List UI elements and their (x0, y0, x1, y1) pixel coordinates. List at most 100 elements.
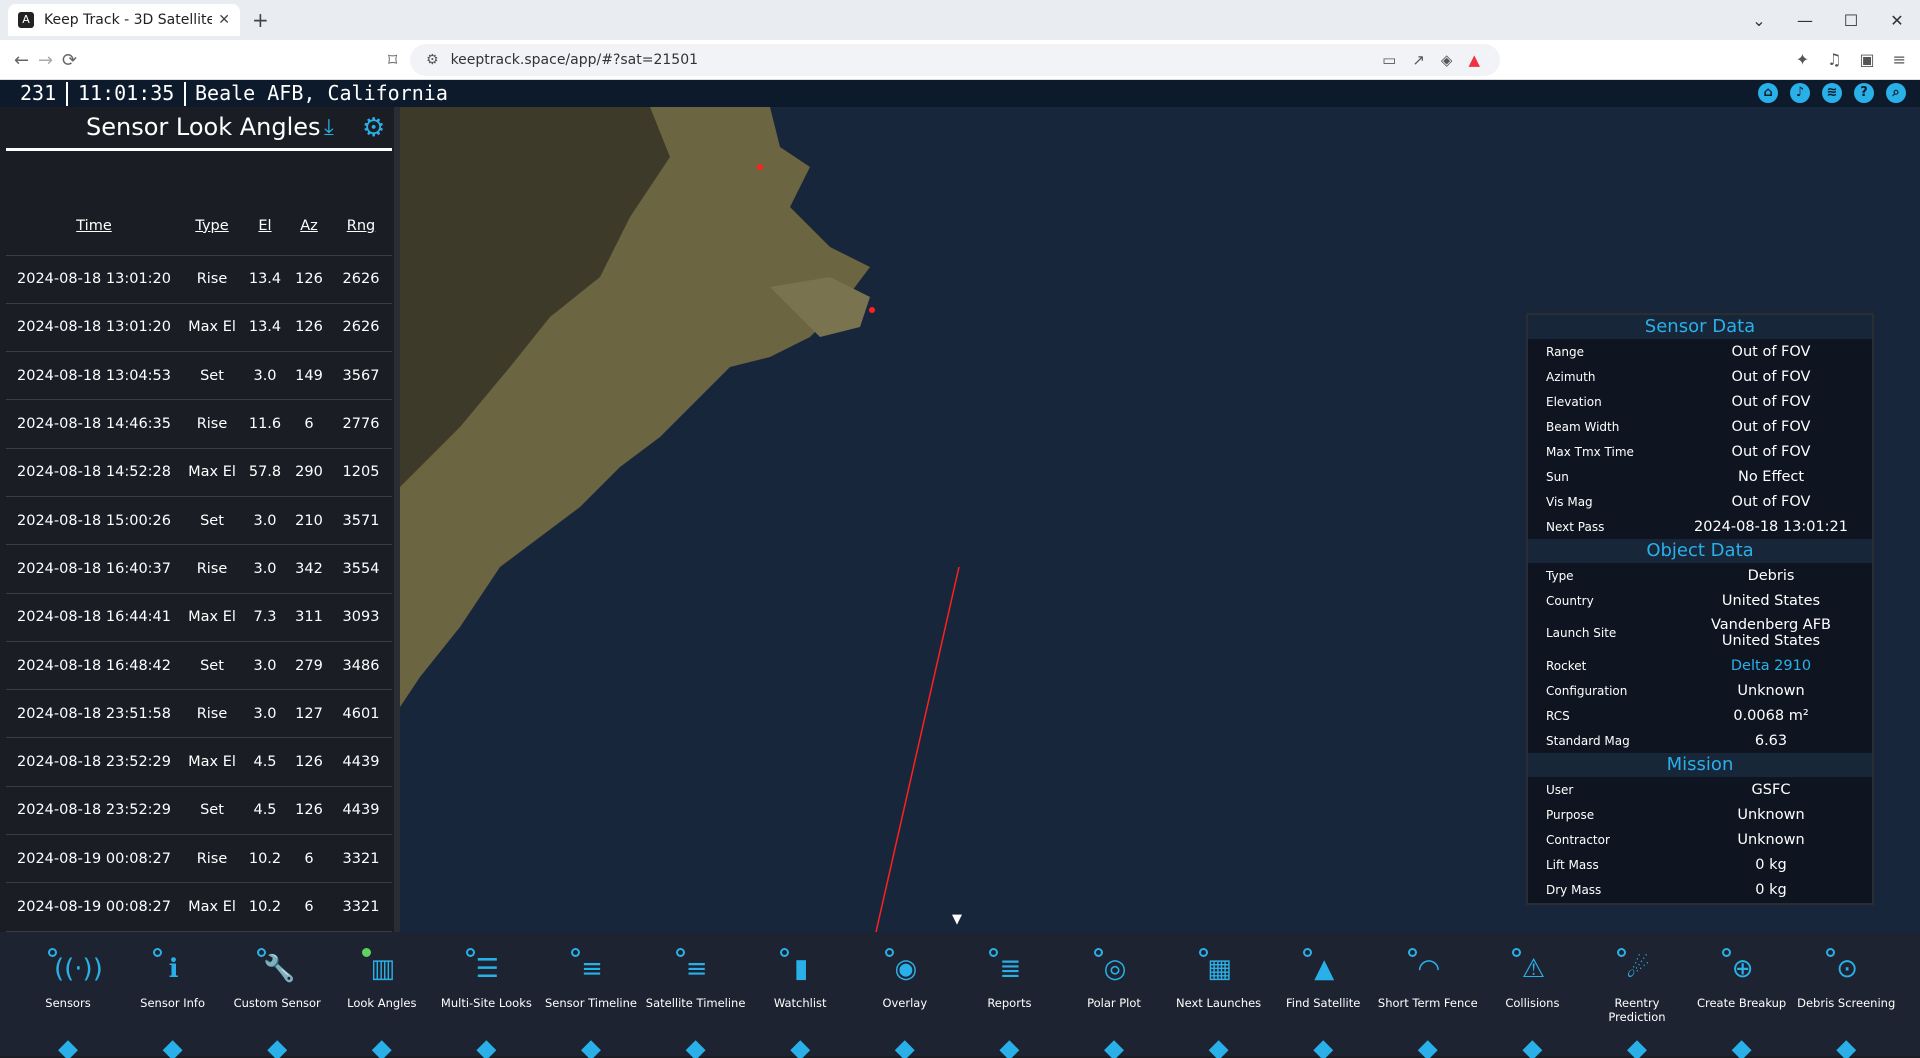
search-icon[interactable]: ⌕ (1886, 83, 1906, 103)
toolbar-row2-icon[interactable]: ◆ (853, 1034, 957, 1058)
toolbar-row2-icon[interactable]: ◆ (16, 1034, 120, 1058)
ground-site-marker[interactable] (869, 307, 875, 313)
brave-shields-icon[interactable]: ◈ (1441, 51, 1453, 69)
ground-site-marker[interactable] (757, 164, 763, 170)
share-icon[interactable]: ↗ (1412, 51, 1425, 69)
back-icon[interactable]: ← (14, 50, 29, 71)
address-bar[interactable]: ⚙ keeptrack.space/app/#?sat=21501 ▭ ↗ ◈ … (410, 44, 1500, 76)
media-icon[interactable]: ♫ (1827, 50, 1841, 69)
github-icon[interactable]: ⌂ (1758, 83, 1778, 103)
column-header-az[interactable]: Az (288, 197, 330, 256)
toolbar-row2-icon[interactable]: ◆ (330, 1034, 434, 1058)
toolbar-button[interactable]: ((·)) Sensors (16, 948, 120, 1010)
toolbar-button[interactable]: ◎ Polar Plot (1062, 948, 1166, 1010)
table-row[interactable]: 2024-08-18 16:40:37 Rise 3.0 342 3554 (6, 544, 392, 594)
menu-icon[interactable]: ≡ (1893, 50, 1906, 69)
toolbar-button[interactable]: ▥ Look Angles (330, 948, 434, 1010)
collapse-toolbar-icon[interactable]: ▼ (952, 912, 962, 927)
column-header-rng[interactable]: Rng (330, 197, 392, 256)
toolbar-button[interactable]: ⊙ Debris Screening (1794, 948, 1898, 1010)
table-cell: Max El (182, 593, 242, 642)
toolbar-row2-icon[interactable]: ◆ (225, 1034, 329, 1058)
rocket-link[interactable]: Delta 2910 (1670, 658, 1872, 674)
table-row[interactable]: 2024-08-18 16:48:42 Set 3.0 279 3486 (6, 641, 392, 691)
maximize-icon[interactable]: ☐ (1828, 11, 1874, 30)
toolbar-button[interactable]: ▮ Watchlist (748, 948, 852, 1010)
table-row[interactable]: 2024-08-19 00:08:27 Rise 10.2 6 3321 (6, 834, 392, 884)
extensions-icon[interactable]: ✦ (1796, 50, 1809, 69)
toolbar-button[interactable]: ▦ Next Launches (1167, 948, 1271, 1010)
sound-icon[interactable]: ♪ (1790, 83, 1810, 103)
toolbar-button[interactable]: ◠ Short Term Fence (1376, 948, 1480, 1010)
table-row[interactable]: 2024-08-18 23:52:29 Max El 4.5 126 4439 (6, 737, 392, 787)
layers-icon[interactable]: ≋ (1822, 83, 1842, 103)
table-row[interactable]: 2024-08-18 15:00:26 Set 3.0 210 3571 (6, 496, 392, 546)
toolbar-row2-icon[interactable]: ◆ (1271, 1034, 1375, 1058)
toolbar-button[interactable]: ☄ Reentry Prediction (1585, 948, 1689, 1024)
forward-icon[interactable]: → (38, 50, 53, 71)
toolbar-button[interactable]: ≡ Sensor Timeline (539, 948, 643, 1010)
toolbar-button[interactable]: ▲ Find Satellite (1271, 948, 1375, 1010)
table-cell: 4.5 (242, 737, 288, 787)
table-row[interactable]: 2024-08-18 23:51:58 Rise 3.0 127 4601 (6, 689, 392, 739)
clock[interactable]: 11:01:35 (78, 81, 174, 105)
reload-icon[interactable]: ⟳ (62, 50, 77, 71)
minimize-icon[interactable]: — (1782, 11, 1828, 30)
brave-rewards-icon[interactable]: ▲ (1468, 51, 1480, 69)
column-header-el[interactable]: El (242, 197, 288, 256)
close-tab-icon[interactable]: ✕ (218, 12, 230, 28)
toolbar-button[interactable]: ◉ Overlay (853, 948, 957, 1010)
table-row[interactable]: 2024-08-18 13:04:53 Set 3.0 149 3567 (6, 351, 392, 401)
table-cell: 4439 (330, 786, 392, 836)
table-row[interactable]: 2024-08-18 13:01:20 Rise 13.4 126 2626 (6, 255, 392, 304)
toolbar-row2-icon[interactable]: ◆ (957, 1034, 1061, 1058)
column-header-time[interactable]: Time (6, 197, 182, 256)
table-row[interactable]: 2024-08-18 14:52:28 Max El 57.8 290 1205 (6, 448, 392, 497)
browser-nav-bar: ← → ⟳ ⌑ ⚙ keeptrack.space/app/#?sat=2150… (0, 40, 1920, 80)
table-row[interactable]: 2024-08-18 16:44:41 Max El 7.3 311 3093 (6, 593, 392, 642)
toolbar-button[interactable]: ≣ Reports (957, 948, 1061, 1010)
mission-header[interactable]: Mission (1528, 753, 1872, 777)
toolbar-button[interactable]: ☰ Multi-Site Looks (434, 948, 538, 1010)
cast-icon[interactable]: ▭ (1382, 51, 1396, 69)
help-icon[interactable]: ? (1854, 83, 1874, 103)
toolbar-row2-icon[interactable]: ◆ (1376, 1034, 1480, 1058)
toolbar-button[interactable]: ≡ Satellite Timeline (644, 948, 748, 1010)
table-row[interactable]: 2024-08-18 13:01:20 Max El 13.4 126 2626 (6, 303, 392, 353)
tab-search-chevron-icon[interactable]: ⌄ (1736, 11, 1782, 30)
toolbar-row2-icon[interactable]: ◆ (434, 1034, 538, 1058)
download-icon[interactable]: ⤓ (324, 115, 334, 140)
new-tab-icon[interactable]: + (252, 8, 269, 32)
table-cell: Max El (182, 737, 242, 787)
bookmark-icon[interactable]: ⌑ (388, 50, 397, 71)
site-settings-icon[interactable]: ⚙ (426, 52, 439, 68)
toolbar-row2-icon[interactable]: ◆ (1690, 1034, 1794, 1058)
toolbar-row2-icon[interactable]: ◆ (1585, 1034, 1689, 1058)
table-row[interactable]: 2024-08-18 14:46:35 Rise 11.6 6 2776 (6, 399, 392, 449)
toolbar-button[interactable]: ℹ Sensor Info (121, 948, 225, 1010)
tool-glyph: ◉ (894, 954, 918, 984)
settings-gear-icon[interactable]: ⚙ (362, 113, 385, 143)
toolbar-row2-icon[interactable]: ◆ (748, 1034, 852, 1058)
toolbar-button[interactable]: ⚠ Collisions (1480, 948, 1584, 1010)
object-data-header[interactable]: Object Data (1528, 539, 1872, 563)
toolbar-button[interactable]: 🔧 Custom Sensor (225, 948, 329, 1010)
toolbar-button[interactable]: ⊕ Create Breakup (1690, 948, 1794, 1010)
toolbar-row2-icon[interactable]: ◆ (644, 1034, 748, 1058)
table-row[interactable]: 2024-08-19 00:08:27 Max El 10.2 6 3321 (6, 882, 392, 932)
toolbar-row2-icon[interactable]: ◆ (121, 1034, 225, 1058)
divider (66, 82, 68, 106)
launch-site-name: Vandenberg AFB (1710, 617, 1832, 633)
toolbar-row2-icon[interactable]: ◆ (1480, 1034, 1584, 1058)
toolbar-row2-icon[interactable]: ◆ (1062, 1034, 1166, 1058)
column-header-type[interactable]: Type (182, 197, 242, 256)
table-row[interactable]: 2024-08-18 23:52:29 Set 4.5 126 4439 (6, 786, 392, 836)
toolbar-button-label: Collisions (1505, 996, 1560, 1010)
toolbar-row2-icon[interactable]: ◆ (1167, 1034, 1271, 1058)
wallet-icon[interactable]: ▣ (1859, 50, 1874, 69)
toolbar-row2-icon[interactable]: ◆ (1794, 1034, 1898, 1058)
sensor-data-header[interactable]: Sensor Data (1528, 315, 1872, 339)
browser-tab[interactable]: A Keep Track - 3D Satellite Toolkit ✕ (8, 4, 240, 36)
toolbar-row2-icon[interactable]: ◆ (539, 1034, 643, 1058)
close-window-icon[interactable]: ✕ (1874, 11, 1920, 30)
